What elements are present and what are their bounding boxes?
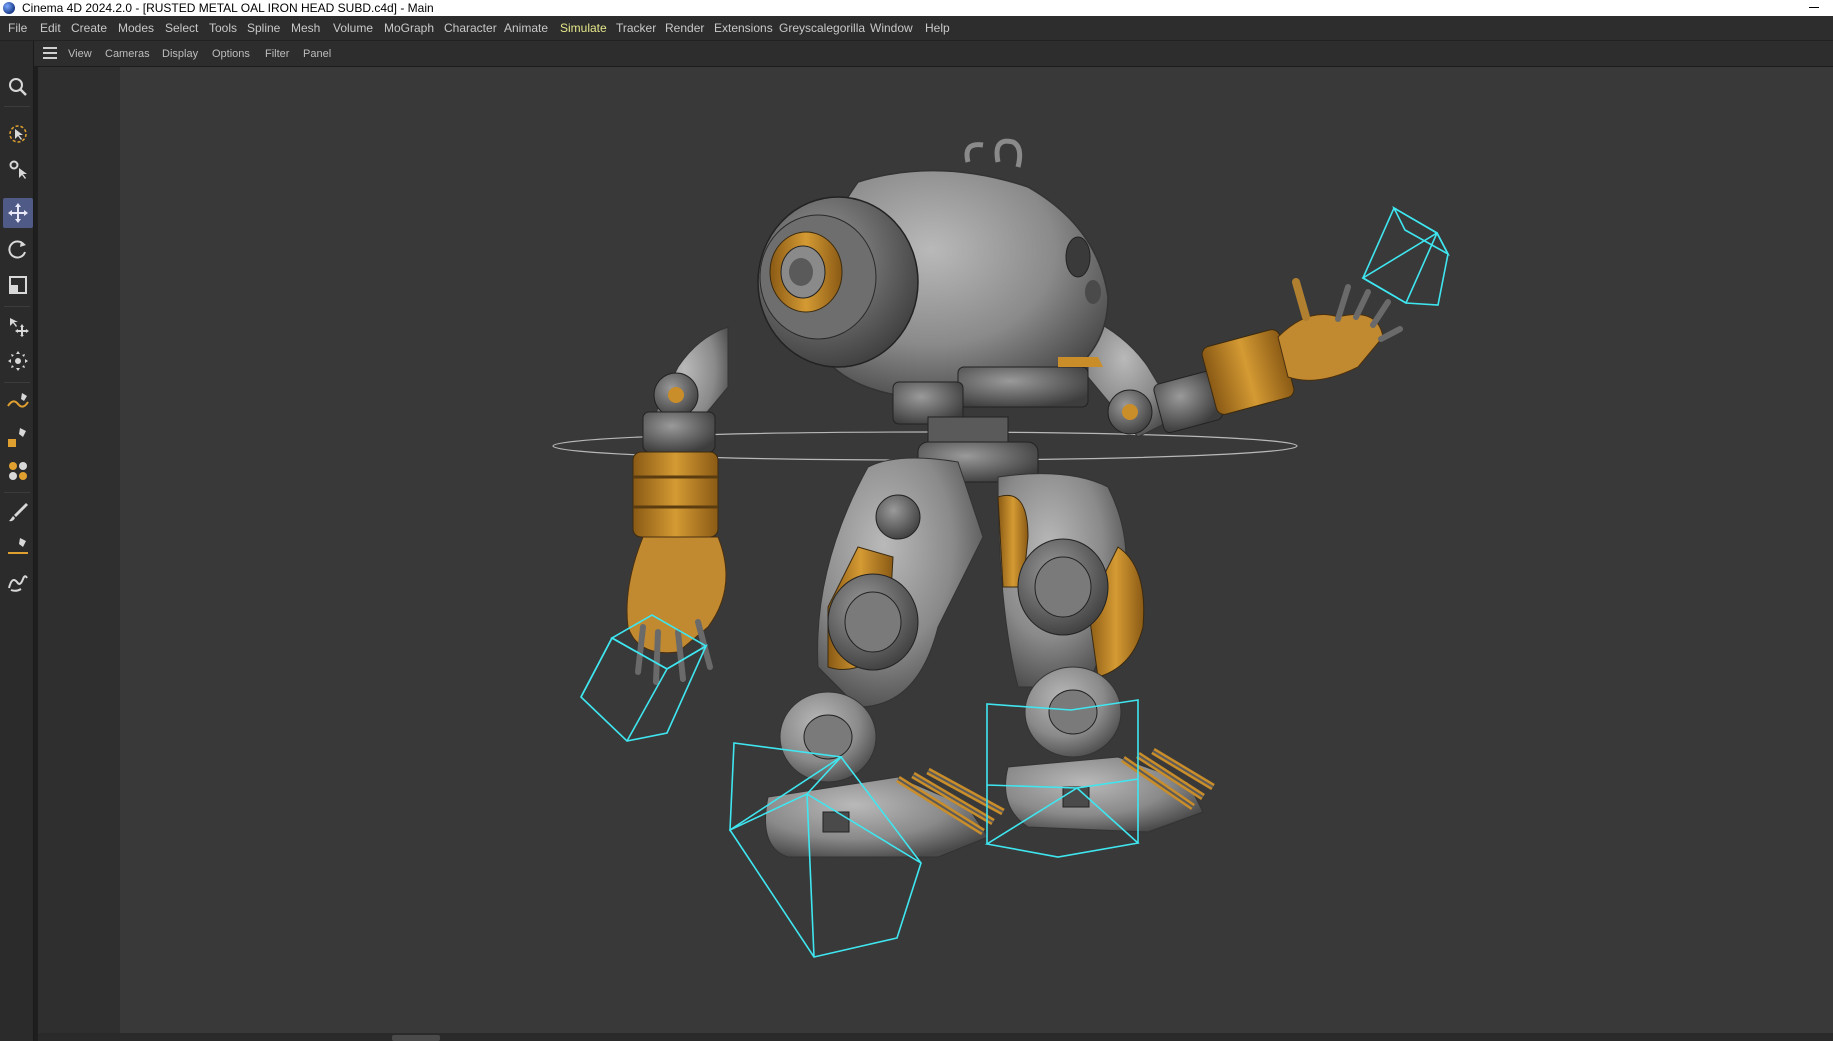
menu-file[interactable]: File bbox=[8, 16, 27, 41]
menu-render[interactable]: Render bbox=[665, 16, 704, 41]
ik-box-right-hand bbox=[1361, 205, 1450, 306]
menu-window[interactable]: Window bbox=[870, 16, 913, 41]
viewport-hamburger-icon[interactable] bbox=[43, 47, 57, 59]
generator-button[interactable] bbox=[3, 456, 33, 486]
viewport-header: View Cameras Display Options Filter Pane… bbox=[34, 41, 1833, 67]
zoom-tool-button[interactable] bbox=[3, 72, 33, 102]
viewport-menu-display[interactable]: Display bbox=[162, 41, 198, 67]
move-icon bbox=[8, 203, 28, 223]
menu-animate[interactable]: Animate bbox=[504, 16, 548, 41]
title-bar: Cinema 4D 2024.2.0 - [RUSTED METAL OAL I… bbox=[0, 0, 1833, 16]
menu-character[interactable]: Character bbox=[444, 16, 497, 41]
robot-scene bbox=[552, 138, 1450, 958]
live-selection-button[interactable] bbox=[3, 119, 33, 149]
robot-right-arm bbox=[1087, 278, 1403, 438]
viewport-menu-filter[interactable]: Filter bbox=[265, 41, 289, 67]
menu-tracker[interactable]: Tracker bbox=[616, 16, 656, 41]
menu-extensions[interactable]: Extensions bbox=[714, 16, 773, 41]
viewport-bottom-scrollbar[interactable] bbox=[38, 1033, 1833, 1041]
knife-line-icon bbox=[8, 538, 28, 554]
menu-modes[interactable]: Modes bbox=[118, 16, 154, 41]
menu-help[interactable]: Help bbox=[925, 16, 950, 41]
menu-volume[interactable]: Volume bbox=[333, 16, 373, 41]
menu-simulate[interactable]: Simulate bbox=[560, 16, 607, 41]
spline-pen-button[interactable] bbox=[3, 387, 33, 417]
minimize-button[interactable] bbox=[1807, 0, 1821, 16]
spline-pen-icon bbox=[7, 393, 29, 408]
menu-tools[interactable]: Tools bbox=[209, 16, 237, 41]
menu-select[interactable]: Select bbox=[165, 16, 198, 41]
tool-palette bbox=[0, 41, 34, 1041]
move-tool-button[interactable] bbox=[3, 198, 33, 228]
rotate-tool-button[interactable] bbox=[3, 234, 33, 264]
zoom-icon bbox=[9, 78, 27, 96]
robot-head bbox=[757, 138, 1109, 448]
tweak-tool-button[interactable] bbox=[3, 154, 33, 184]
window-title: Cinema 4D 2024.2.0 - [RUSTED METAL OAL I… bbox=[22, 1, 434, 15]
tweak-icon bbox=[9, 160, 27, 179]
scale-tool-button[interactable] bbox=[3, 270, 33, 300]
viewport-menu-view[interactable]: View bbox=[68, 41, 92, 67]
3d-viewport[interactable] bbox=[38, 67, 1833, 1033]
viewport-menu-panel[interactable]: Panel bbox=[303, 41, 331, 67]
primitive-pen-icon bbox=[8, 428, 26, 447]
live-selection-icon bbox=[9, 125, 27, 143]
generator-icon bbox=[9, 462, 27, 480]
placement-tool-button[interactable] bbox=[3, 346, 33, 376]
menu-edit[interactable]: Edit bbox=[40, 16, 61, 41]
transfer-tool-button[interactable] bbox=[3, 311, 33, 341]
menu-mograph[interactable]: MoGraph bbox=[384, 16, 434, 41]
primitive-pen-button[interactable] bbox=[3, 422, 33, 452]
robot-legs bbox=[765, 441, 1215, 858]
knife-line-button[interactable] bbox=[3, 532, 33, 562]
menu-spline[interactable]: Spline bbox=[247, 16, 280, 41]
menu-mesh[interactable]: Mesh bbox=[291, 16, 320, 41]
placement-icon bbox=[8, 351, 28, 371]
cinema4d-logo-icon bbox=[3, 2, 15, 14]
transfer-icon bbox=[10, 318, 29, 337]
brush-tool-button[interactable] bbox=[3, 497, 33, 527]
scrollbar-thumb[interactable] bbox=[392, 1035, 440, 1041]
rotate-icon bbox=[8, 240, 26, 259]
viewport-menu-options[interactable]: Options bbox=[212, 41, 250, 67]
brush-icon bbox=[9, 503, 28, 522]
sketch-tool-button[interactable] bbox=[3, 567, 33, 597]
sketch-icon bbox=[8, 575, 28, 592]
menu-create[interactable]: Create bbox=[71, 16, 107, 41]
scale-icon bbox=[9, 276, 27, 294]
menu-greyscalegorilla[interactable]: Greyscalegorilla bbox=[779, 16, 865, 41]
viewport-menu-cameras[interactable]: Cameras bbox=[105, 41, 150, 67]
main-menubar: File Edit Create Modes Select Tools Spli… bbox=[0, 16, 1833, 41]
